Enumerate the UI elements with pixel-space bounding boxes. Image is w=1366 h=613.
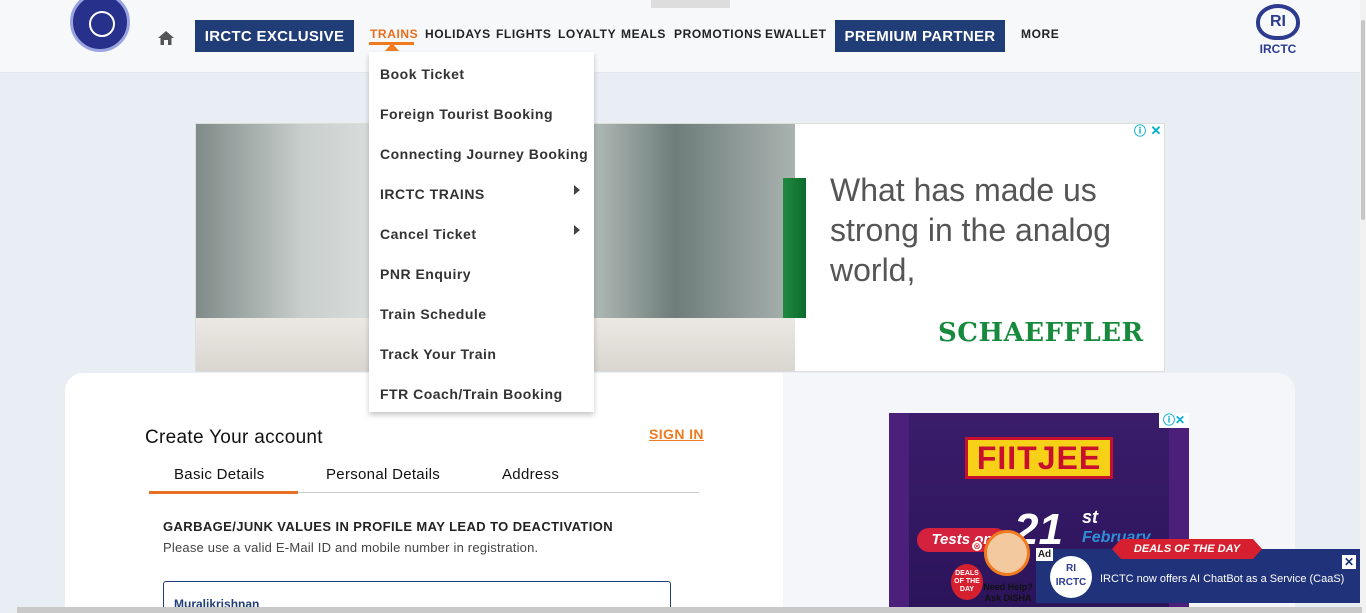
disha-ask-line: Ask DISHA xyxy=(984,593,1032,603)
ad-label: Ad xyxy=(1036,548,1053,561)
nav-active-caret xyxy=(385,43,399,51)
deals-of-the-day-ribbon[interactable]: DEALS OF THE DAY xyxy=(1112,539,1262,559)
ad-headline: What has made us strong in the analog wo… xyxy=(830,172,1112,288)
scrollbar-thumb[interactable] xyxy=(1361,20,1365,220)
submenu-arrow-icon xyxy=(574,185,580,195)
home-icon[interactable] xyxy=(157,30,175,46)
indian-railways-logo[interactable] xyxy=(70,0,130,52)
nav-promotions[interactable]: PROMOTIONS xyxy=(674,27,762,41)
fiitjee-logo: FIITJEE xyxy=(965,437,1113,479)
menu-item-cancel-ticket[interactable]: Cancel Ticket xyxy=(380,226,477,242)
ad-accent-bar xyxy=(783,178,806,318)
page-title: Create Your account xyxy=(145,427,323,448)
ad-close-icon[interactable]: ✕ xyxy=(1149,124,1163,138)
ad-info-icon[interactable]: ⓘ xyxy=(1133,124,1147,138)
nav-meals[interactable]: MEALS xyxy=(621,27,666,41)
tab-address[interactable]: Address xyxy=(502,466,559,483)
nav-loyalty[interactable]: LOYALTY xyxy=(558,27,616,41)
tab-basic-details[interactable]: Basic Details xyxy=(174,466,265,483)
tab-personal-details[interactable]: Personal Details xyxy=(326,466,440,483)
page-scrollbar[interactable] xyxy=(1360,0,1366,613)
nav-ewallet[interactable]: EWALLET xyxy=(765,27,827,41)
irctc-logo-mark: RI xyxy=(1256,4,1300,40)
disha-avatar xyxy=(984,530,1030,576)
schaeffler-ad-banner[interactable]: What has made us strong in the analog wo… xyxy=(195,123,1165,372)
chatbot-ad-text: IRCTC now offers AI ChatBot as a Service… xyxy=(1100,573,1345,585)
fiitjee-date-suffix: st xyxy=(1082,507,1099,527)
horizontal-scrollbar[interactable] xyxy=(17,607,1362,613)
menu-item-foreign-tourist-booking[interactable]: Foreign Tourist Booking xyxy=(380,106,553,122)
menu-item-ftr-coach-booking[interactable]: FTR Coach/Train Booking xyxy=(380,386,563,402)
disha-close-icon[interactable]: ⊗ xyxy=(971,540,983,552)
menu-item-book-ticket[interactable]: Book Ticket xyxy=(380,66,465,82)
chatbot-irctc-logo: RI IRCTC xyxy=(1050,556,1092,598)
chatbot-close-icon[interactable]: ✕ xyxy=(1342,555,1356,569)
irctc-exclusive-button[interactable]: IRCTC EXCLUSIVE xyxy=(195,20,354,52)
disha-help-widget[interactable]: Need Help? Ask DISHA xyxy=(982,530,1034,608)
irctc-logo-text: IRCTC xyxy=(1259,42,1297,56)
menu-item-train-schedule[interactable]: Train Schedule xyxy=(380,306,487,322)
premium-partner-button[interactable]: PREMIUM PARTNER xyxy=(835,20,1005,52)
nav-more[interactable]: MORE xyxy=(1021,27,1059,41)
header-placeholder xyxy=(651,0,730,8)
trains-dropdown-menu: Book Ticket Foreign Tourist Booking Conn… xyxy=(369,52,594,412)
warning-subtitle: Please use a valid E-Mail ID and mobile … xyxy=(163,540,539,555)
menu-item-pnr-enquiry[interactable]: PNR Enquiry xyxy=(380,266,471,282)
deals-badge[interactable]: DEALS OF THE DAY xyxy=(951,564,983,600)
warning-title: GARBAGE/JUNK VALUES IN PROFILE MAY LEAD … xyxy=(163,519,614,534)
nav-trains[interactable]: TRAINS xyxy=(370,27,418,41)
menu-item-connecting-journey-booking[interactable]: Connecting Journey Booking xyxy=(380,146,588,162)
chatbot-logo-text: IRCTC xyxy=(1055,577,1087,588)
tab-active-indicator xyxy=(149,491,298,494)
chatbot-logo-mark: RI xyxy=(1066,563,1076,574)
site-header: IRCTC EXCLUSIVE TRAINS HOLIDAYS FLIGHTS … xyxy=(0,0,1366,73)
submenu-arrow-icon xyxy=(574,225,580,235)
irctc-logo[interactable]: RI IRCTC xyxy=(1252,4,1304,56)
sign-in-link[interactable]: SIGN IN xyxy=(649,426,704,442)
disha-help-text: Need Help? Ask DISHA xyxy=(982,582,1034,604)
menu-item-irctc-trains[interactable]: IRCTC TRAINS xyxy=(380,186,485,202)
ad-info-close-icon[interactable]: ⓘ✕ xyxy=(1159,413,1189,428)
ad-brand-logo: SCHAEFFLER xyxy=(938,318,1144,348)
menu-item-track-your-train[interactable]: Track Your Train xyxy=(380,346,496,362)
disha-help-line: Need Help? xyxy=(983,582,1033,592)
nav-flights[interactable]: FLIGHTS xyxy=(496,27,552,41)
nav-holidays[interactable]: HOLIDAYS xyxy=(425,27,491,41)
